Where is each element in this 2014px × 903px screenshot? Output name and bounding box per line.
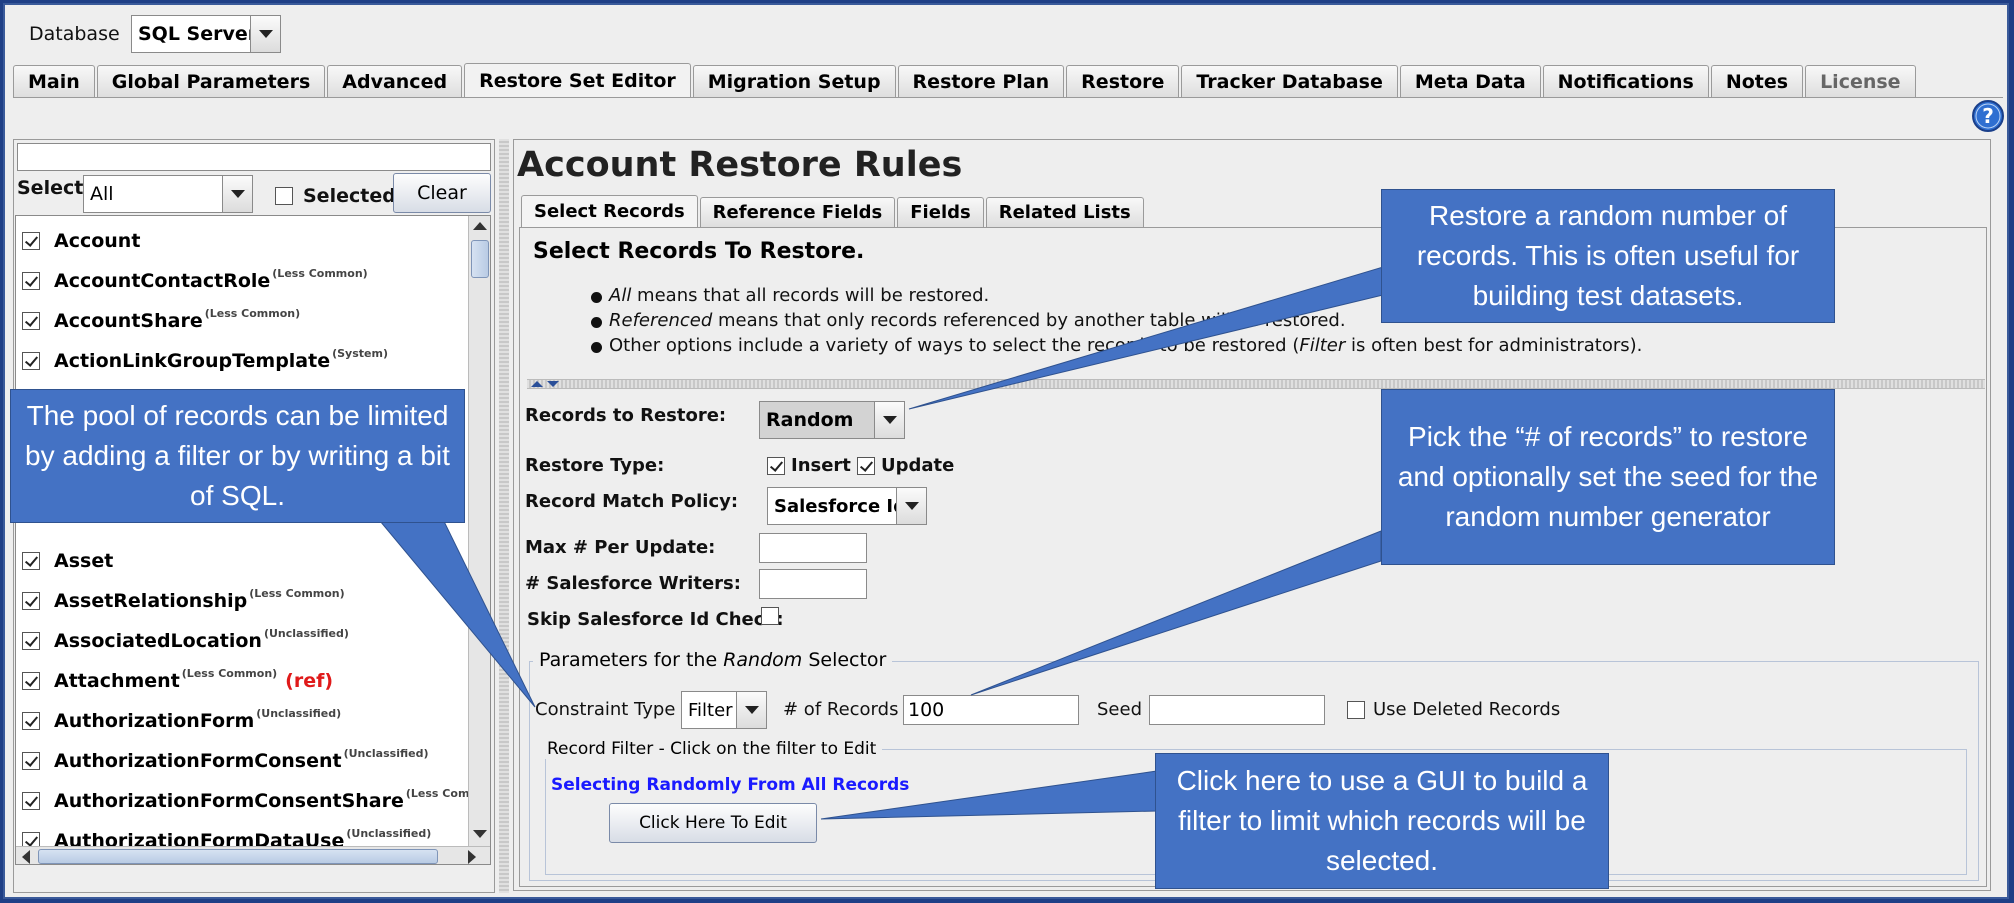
- callout-random: Restore a random number of records. This…: [1381, 189, 1835, 323]
- callout-gui-filter: Click here to use a GUI to build a filte…: [1155, 753, 1609, 889]
- callout-num-records: Pick the “# of records” to restore and o…: [1381, 389, 1835, 565]
- callout-pointer-random: [908, 266, 1384, 410]
- app-window: Database SQL Server Main Global Paramete…: [3, 3, 2009, 899]
- callout-pointer-num-records: [970, 530, 1382, 696]
- callout-pointer-pool: [363, 502, 536, 708]
- callout-pointer-gui-filter: [820, 770, 1158, 820]
- callout-pool: The pool of records can be limited by ad…: [10, 389, 465, 523]
